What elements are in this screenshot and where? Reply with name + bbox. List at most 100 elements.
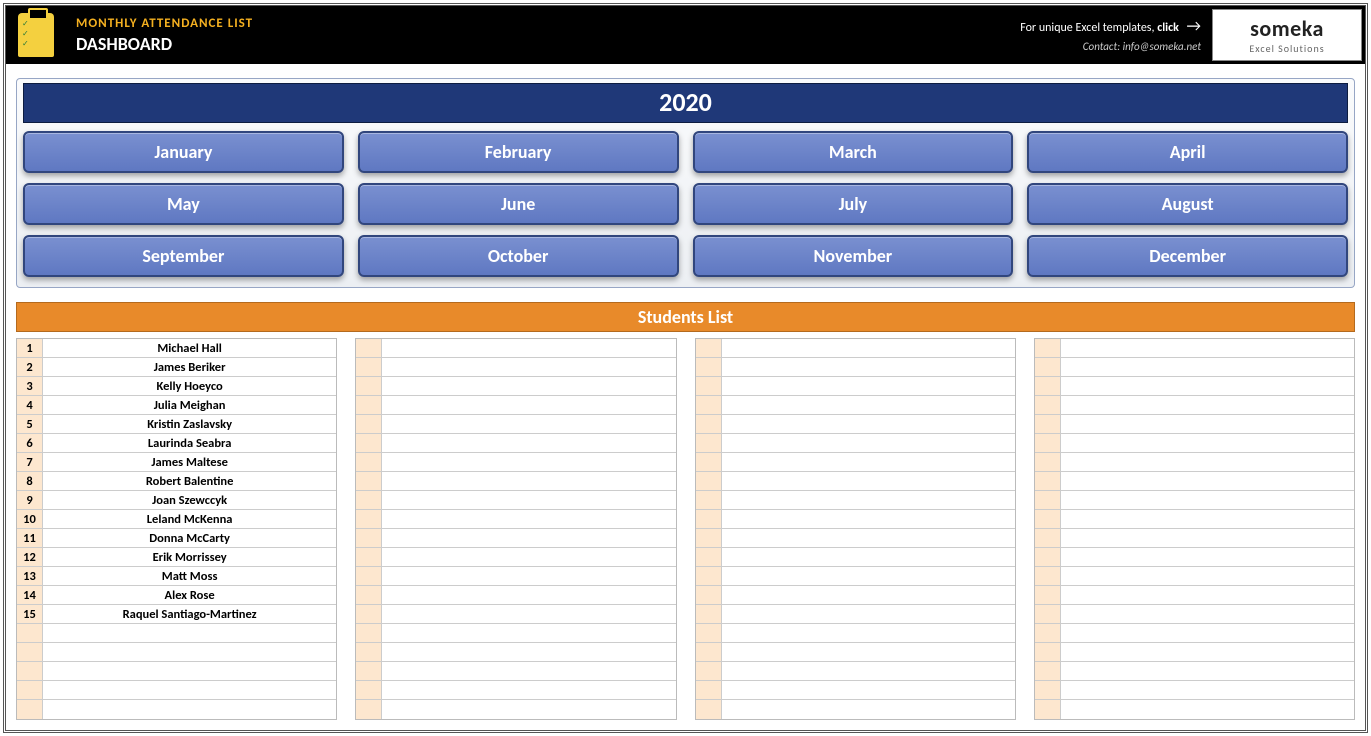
list-row[interactable] (696, 377, 1015, 396)
list-row[interactable]: 9Joan Szewccyk (17, 491, 336, 510)
list-row[interactable] (356, 415, 675, 434)
month-button-march[interactable]: March (693, 131, 1014, 173)
list-row[interactable] (356, 624, 675, 643)
list-row[interactable] (356, 472, 675, 491)
list-row[interactable] (696, 700, 1015, 719)
list-row[interactable] (1035, 434, 1354, 453)
title-column: MONTHLY ATTENDANCE LIST DASHBOARD (66, 6, 1020, 64)
list-row[interactable]: 2James Beriker (17, 358, 336, 377)
list-row[interactable] (356, 586, 675, 605)
contact-email[interactable]: info@someka.net (1123, 40, 1201, 53)
list-row[interactable]: 4Julia Meighan (17, 396, 336, 415)
month-button-may[interactable]: May (23, 183, 344, 225)
month-button-january[interactable]: January (23, 131, 344, 173)
list-row[interactable] (1035, 567, 1354, 586)
month-button-february[interactable]: February (358, 131, 679, 173)
list-row[interactable] (696, 681, 1015, 700)
month-button-april[interactable]: April (1027, 131, 1348, 173)
list-row[interactable] (1035, 586, 1354, 605)
list-row[interactable] (356, 567, 675, 586)
list-row[interactable] (1035, 643, 1354, 662)
list-row[interactable] (356, 548, 675, 567)
list-row[interactable]: 12Erik Morrissey (17, 548, 336, 567)
month-button-december[interactable]: December (1027, 235, 1348, 277)
list-row[interactable] (1035, 491, 1354, 510)
list-row[interactable] (696, 567, 1015, 586)
month-button-august[interactable]: August (1027, 183, 1348, 225)
list-row[interactable] (356, 662, 675, 681)
list-row[interactable] (1035, 453, 1354, 472)
list-row[interactable] (696, 434, 1015, 453)
list-row[interactable] (356, 681, 675, 700)
list-row[interactable] (1035, 681, 1354, 700)
list-row[interactable] (696, 491, 1015, 510)
list-row[interactable] (1035, 377, 1354, 396)
list-row[interactable]: 15Raquel Santiago-Martinez (17, 605, 336, 624)
list-row[interactable] (1035, 605, 1354, 624)
list-row[interactable] (696, 662, 1015, 681)
list-row[interactable]: 1Michael Hall (17, 339, 336, 358)
month-button-june[interactable]: June (358, 183, 679, 225)
list-row[interactable] (1035, 662, 1354, 681)
promo-link[interactable]: For unique Excel templates, click → (1020, 17, 1201, 36)
list-row[interactable] (356, 529, 675, 548)
list-row[interactable] (356, 510, 675, 529)
list-row[interactable] (1035, 415, 1354, 434)
list-row[interactable] (356, 396, 675, 415)
list-row[interactable] (17, 643, 336, 662)
month-button-october[interactable]: October (358, 235, 679, 277)
month-button-july[interactable]: July (693, 183, 1014, 225)
list-row[interactable] (356, 605, 675, 624)
list-row[interactable]: 3Kelly Hoeyco (17, 377, 336, 396)
month-button-september[interactable]: September (23, 235, 344, 277)
list-row[interactable] (356, 491, 675, 510)
row-number: 14 (17, 586, 43, 604)
list-row[interactable] (1035, 472, 1354, 491)
list-row[interactable] (696, 472, 1015, 491)
list-row[interactable] (1035, 624, 1354, 643)
list-row[interactable] (1035, 396, 1354, 415)
list-row[interactable] (696, 624, 1015, 643)
list-row[interactable] (356, 377, 675, 396)
list-row[interactable] (17, 681, 336, 700)
list-row[interactable] (1035, 358, 1354, 377)
list-row[interactable] (696, 453, 1015, 472)
list-row[interactable] (696, 358, 1015, 377)
list-row[interactable]: 7James Maltese (17, 453, 336, 472)
list-row[interactable] (696, 643, 1015, 662)
list-row[interactable] (696, 510, 1015, 529)
list-row[interactable] (356, 434, 675, 453)
student-name (722, 415, 1015, 433)
list-row[interactable]: 11Donna McCarty (17, 529, 336, 548)
list-row[interactable]: 14Alex Rose (17, 586, 336, 605)
list-row[interactable] (1035, 529, 1354, 548)
brand-box[interactable]: someka Excel Solutions (1212, 9, 1362, 61)
list-row[interactable] (17, 662, 336, 681)
list-row[interactable]: 8Robert Balentine (17, 472, 336, 491)
list-row[interactable] (1035, 510, 1354, 529)
month-button-november[interactable]: November (693, 235, 1014, 277)
list-row[interactable] (1035, 548, 1354, 567)
list-row[interactable] (696, 339, 1015, 358)
list-row[interactable] (696, 548, 1015, 567)
list-row[interactable] (356, 700, 675, 719)
list-row[interactable] (17, 624, 336, 643)
list-row[interactable] (356, 643, 675, 662)
list-row[interactable] (1035, 339, 1354, 358)
list-row[interactable]: 13Matt Moss (17, 567, 336, 586)
list-row[interactable] (696, 396, 1015, 415)
list-row[interactable] (1035, 700, 1354, 719)
list-row[interactable] (356, 358, 675, 377)
list-row[interactable] (17, 700, 336, 719)
list-row[interactable]: 5Kristin Zaslavsky (17, 415, 336, 434)
student-name (1061, 605, 1354, 623)
list-row[interactable]: 10Leland McKenna (17, 510, 336, 529)
list-row[interactable] (696, 586, 1015, 605)
student-name (722, 491, 1015, 509)
list-row[interactable] (356, 339, 675, 358)
list-row[interactable] (696, 605, 1015, 624)
list-row[interactable]: 6Laurinda Seabra (17, 434, 336, 453)
list-row[interactable] (356, 453, 675, 472)
list-row[interactable] (696, 415, 1015, 434)
list-row[interactable] (696, 529, 1015, 548)
